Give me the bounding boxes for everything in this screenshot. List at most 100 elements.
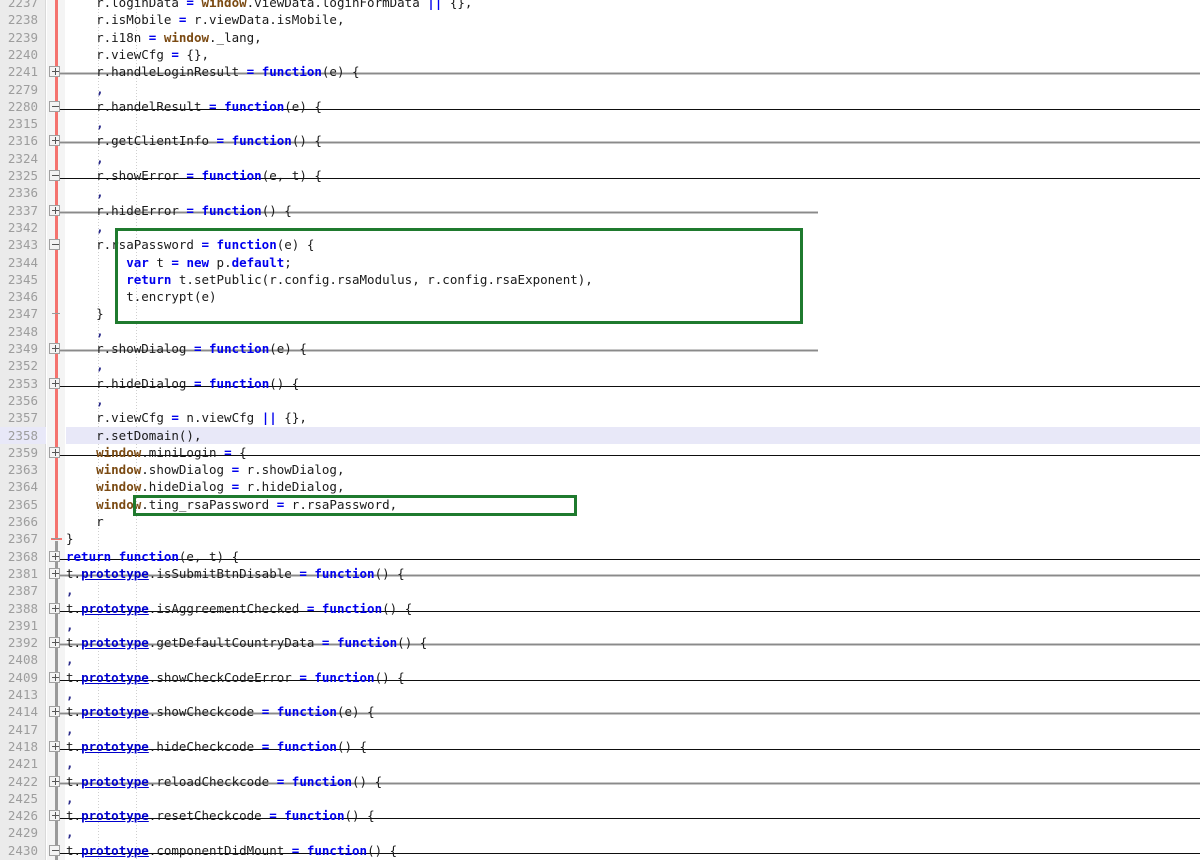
fold-expand-icon[interactable] xyxy=(49,343,60,354)
fold-expand-icon[interactable] xyxy=(49,810,60,821)
fold-collapse-icon[interactable] xyxy=(49,239,60,250)
code-line[interactable]: 2325 r.showError = function(e, t) { xyxy=(0,167,1200,184)
line-number: 2388 xyxy=(7,601,38,616)
code-token-prop: prototype xyxy=(81,843,149,858)
code-line[interactable]: 2356 , xyxy=(0,392,1200,409)
code-token-pln: r.getClientInfo xyxy=(96,133,217,148)
code-token-op: = xyxy=(171,47,179,62)
code-editor[interactable]: 2237 r.loginData = window.viewData.login… xyxy=(0,0,1200,860)
code-line[interactable]: 2353 r.hideDialog = function() { xyxy=(0,375,1200,392)
code-text: return function(e, t) { xyxy=(66,548,239,565)
code-line[interactable]: 2418 t.prototype.hideCheckcode = function… xyxy=(0,738,1200,755)
line-number: 2336 xyxy=(7,185,38,200)
code-line[interactable]: 2280 r.handelResult = function(e) { xyxy=(0,98,1200,115)
line-number: 2346 xyxy=(7,289,38,304)
code-line[interactable]: 2368 return function(e, t) { xyxy=(0,548,1200,565)
code-token-pln: r xyxy=(96,514,104,529)
fold-expand-icon[interactable] xyxy=(49,637,60,648)
code-token-pln: .miniLogin xyxy=(141,445,225,460)
fold-expand-icon[interactable] xyxy=(49,205,60,216)
code-line[interactable]: 2241 r.handleLoginResult = function(e) { xyxy=(0,63,1200,80)
code-token-pln: () { xyxy=(374,566,405,581)
code-line[interactable]: 2388 t.prototype.isAggreementChecked = fu… xyxy=(0,600,1200,617)
code-line[interactable]: 2349 r.showDialog = function(e) { xyxy=(0,340,1200,357)
code-line[interactable]: 2363 window.showDialog = r.showDialog, xyxy=(0,461,1200,478)
fold-expand-icon[interactable] xyxy=(49,776,60,787)
code-line[interactable]: 2413, xyxy=(0,686,1200,703)
code-line[interactable]: 2237 r.loginData = window.viewData.login… xyxy=(0,0,1200,11)
fold-collapse-icon[interactable] xyxy=(49,170,60,181)
fold-expand-icon[interactable] xyxy=(49,551,60,562)
code-token-pln: .componentDidMount xyxy=(148,843,292,858)
code-line[interactable]: 2240 r.viewCfg = {}, xyxy=(0,46,1200,63)
code-text: r.hideError = function() { xyxy=(66,202,292,219)
line-number: 2422 xyxy=(7,774,38,789)
code-token-op: = xyxy=(186,0,194,10)
code-line[interactable]: 2348 , xyxy=(0,323,1200,340)
code-line[interactable]: 2344 var t = new p.default; xyxy=(0,254,1200,271)
fold-expand-icon[interactable] xyxy=(49,706,60,717)
code-line[interactable]: 2324 , xyxy=(0,150,1200,167)
code-text: t.prototype.componentDidMount = function… xyxy=(66,842,397,859)
code-line[interactable]: 2414 t.prototype.showCheckcode = function… xyxy=(0,703,1200,720)
code-line[interactable]: 2343 r.rsaPassword = function(e) { xyxy=(0,236,1200,253)
code-line[interactable]: 2381 t.prototype.isSubmitBtnDisable = fun… xyxy=(0,565,1200,582)
code-line[interactable]: 2358 r.setDomain(), xyxy=(0,427,1200,444)
code-text: , xyxy=(66,357,104,374)
code-line[interactable]: 2239 r.i18n = window._lang, xyxy=(0,29,1200,46)
code-line[interactable]: 2391, xyxy=(0,617,1200,634)
code-line[interactable]: 2238 r.isMobile = r.viewData.isMobile, xyxy=(0,11,1200,28)
code-line[interactable]: 2392 t.prototype.getDefaultCountryData = … xyxy=(0,634,1200,651)
code-line[interactable]: 2365 window.ting_rsaPassword = r.rsaPass… xyxy=(0,496,1200,513)
code-token-pln: r.handelResult xyxy=(96,99,209,114)
code-line[interactable]: 2429, xyxy=(0,824,1200,841)
code-line[interactable]: 2430 t.prototype.componentDidMount = func… xyxy=(0,842,1200,859)
code-line[interactable]: 2417, xyxy=(0,721,1200,738)
code-text: r.setDomain(), xyxy=(66,427,201,444)
fold-expand-icon[interactable] xyxy=(49,603,60,614)
code-line[interactable]: 2421, xyxy=(0,755,1200,772)
code-line[interactable]: 2352 , xyxy=(0,357,1200,374)
code-line[interactable]: 2345 return t.setPublic(r.config.rsaModu… xyxy=(0,271,1200,288)
code-line[interactable]: 2364 window.hideDialog = r.hideDialog, xyxy=(0,478,1200,495)
code-line[interactable]: 2347 } xyxy=(0,305,1200,322)
code-line[interactable]: 2387, xyxy=(0,582,1200,599)
code-line[interactable]: 2422 t.prototype.reloadCheckcode = functi… xyxy=(0,773,1200,790)
fold-expand-icon[interactable] xyxy=(49,568,60,579)
code-token-op: = xyxy=(209,99,217,114)
code-line[interactable]: 2315 , xyxy=(0,115,1200,132)
code-line[interactable]: 2337 r.hideError = function() { xyxy=(0,202,1200,219)
code-line[interactable]: 2342 , xyxy=(0,219,1200,236)
code-text: , xyxy=(66,150,104,167)
code-text: r.i18n = window._lang, xyxy=(66,29,262,46)
code-line[interactable]: 2336 , xyxy=(0,184,1200,201)
code-line[interactable]: 2367} xyxy=(0,530,1200,547)
code-line[interactable]: 2408, xyxy=(0,651,1200,668)
code-text: r.handelResult = function(e) { xyxy=(66,98,322,115)
code-line[interactable]: 2316 r.getClientInfo = function() { xyxy=(0,132,1200,149)
code-token-kw: return xyxy=(126,272,172,287)
code-line[interactable]: 2366 r xyxy=(0,513,1200,530)
code-line[interactable]: 2359 window.miniLogin = { xyxy=(0,444,1200,461)
code-line[interactable]: 2425, xyxy=(0,790,1200,807)
code-line[interactable]: 2279 , xyxy=(0,81,1200,98)
line-number: 2343 xyxy=(7,237,38,252)
fold-collapse-icon[interactable] xyxy=(49,845,60,856)
fold-expand-icon[interactable] xyxy=(49,672,60,683)
code-token-pln: () { xyxy=(291,133,322,148)
line-number: 2241 xyxy=(7,64,38,79)
fold-expand-icon[interactable] xyxy=(49,66,60,77)
code-token-pln: r.handleLoginResult xyxy=(96,64,247,79)
code-line[interactable]: 2409 t.prototype.showCheckCodeError = fun… xyxy=(0,669,1200,686)
code-token-pln: (e) { xyxy=(336,704,375,719)
fold-expand-icon[interactable] xyxy=(49,447,60,458)
fold-expand-icon[interactable] xyxy=(49,378,60,389)
fold-expand-icon[interactable] xyxy=(49,741,60,752)
code-line[interactable]: 2346 t.encrypt(e) xyxy=(0,288,1200,305)
code-token-pln xyxy=(217,99,225,114)
code-token-cma: , xyxy=(96,151,104,166)
fold-collapse-icon[interactable] xyxy=(49,101,60,112)
fold-expand-icon[interactable] xyxy=(49,135,60,146)
code-line[interactable]: 2426 t.prototype.resetCheckcode = functio… xyxy=(0,807,1200,824)
code-line[interactable]: 2357 r.viewCfg = n.viewCfg || {}, xyxy=(0,409,1200,426)
